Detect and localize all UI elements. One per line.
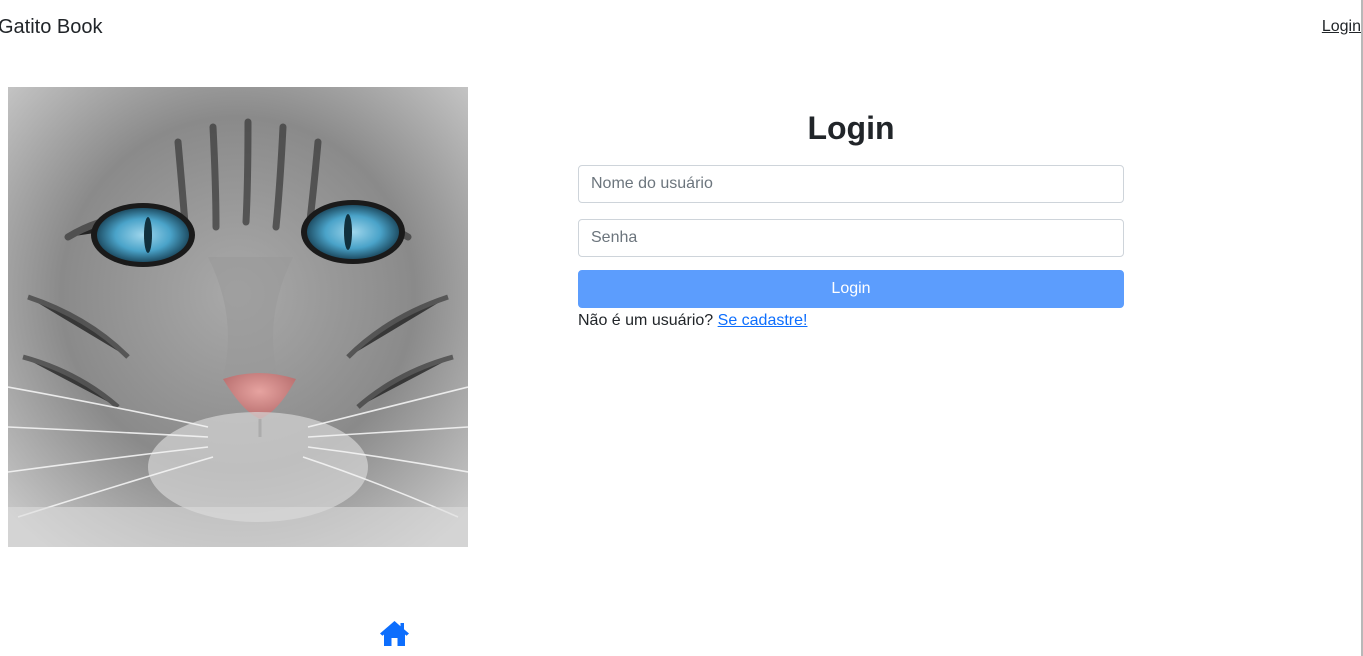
- login-panel: Login Login Não é um usuário? Se cadastr…: [578, 100, 1124, 329]
- cat-photo: [8, 87, 468, 547]
- nav-login-link[interactable]: Login: [1322, 18, 1361, 36]
- brand-link[interactable]: Gatito Book: [0, 16, 103, 39]
- register-line: Não é um usuário? Se cadastre!: [578, 312, 807, 330]
- navbar: Gatito Book Login: [0, 0, 1363, 56]
- home-icon[interactable]: [379, 620, 410, 647]
- register-prompt: Não é um usuário?: [578, 312, 714, 329]
- register-link[interactable]: Se cadastre!: [718, 312, 808, 329]
- username-input[interactable]: [578, 165, 1124, 203]
- login-button[interactable]: Login: [578, 270, 1124, 308]
- password-input[interactable]: [578, 219, 1124, 257]
- login-title: Login: [807, 110, 895, 146]
